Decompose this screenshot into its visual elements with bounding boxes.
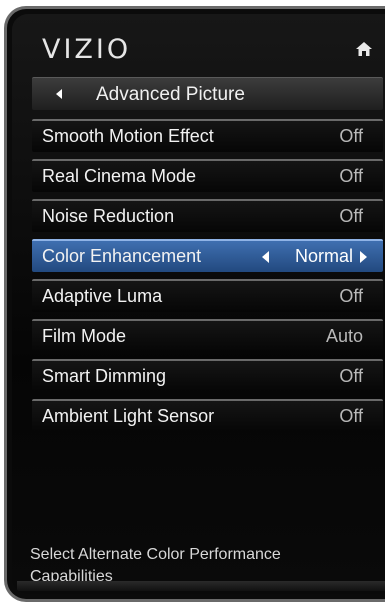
menu-item-real-cinema-mode[interactable]: Real Cinema Mode Off [32,159,383,192]
menu-item-smooth-motion-effect[interactable]: Smooth Motion Effect Off [32,119,383,152]
menu-item-smart-dimming[interactable]: Smart Dimming Off [32,359,383,392]
menu-item-color-enhancement[interactable]: Color Enhancement Normal [32,239,383,272]
menu-background: VIZIO Advanced Picture Smooth Motion Eff… [12,14,385,594]
menu-item-film-mode[interactable]: Film Mode Auto [32,319,383,352]
vizio-logo: VIZIO [42,34,132,65]
menu-item-label: Adaptive Luma [42,286,163,306]
menu-item-value: Normal [294,246,353,266]
bottom-bar [17,581,385,591]
menu-item-value: Off [339,206,363,226]
menu-item-value: Off [339,166,363,186]
menu-item-label: Film Mode [42,326,127,346]
menu-item-value: Off [339,286,363,306]
submenu-title: Advanced Picture [96,84,245,105]
menu-item-label: Smart Dimming [42,366,167,386]
tv-menu-panel: VIZIO Advanced Picture Smooth Motion Eff… [4,6,385,602]
menu-item-value: Off [339,126,363,146]
menu-item-value: Off [339,366,363,386]
submenu-header[interactable]: Advanced Picture [32,77,383,110]
back-arrow-icon[interactable] [56,89,62,99]
home-icon[interactable] [355,41,373,57]
menu-item-value: Auto [325,326,363,346]
menu-item-label: Noise Reduction [42,206,175,226]
menu-item-ambient-light-sensor[interactable]: Ambient Light Sensor Off [32,399,383,432]
menu-item-label: Color Enhancement [42,246,202,266]
menu-item-label: Ambient Light Sensor [42,406,215,426]
menu-item-adaptive-luma[interactable]: Adaptive Luma Off [32,279,383,312]
settings-menu: Smooth Motion Effect Off Real Cinema Mod… [32,119,383,439]
menu-item-noise-reduction[interactable]: Noise Reduction Off [32,199,383,232]
menu-item-label: Real Cinema Mode [42,166,197,186]
value-increase-arrow-icon[interactable] [360,251,367,263]
value-decrease-arrow-icon[interactable] [262,251,269,263]
menu-item-label: Smooth Motion Effect [42,126,214,146]
menu-item-value: Off [339,406,363,426]
